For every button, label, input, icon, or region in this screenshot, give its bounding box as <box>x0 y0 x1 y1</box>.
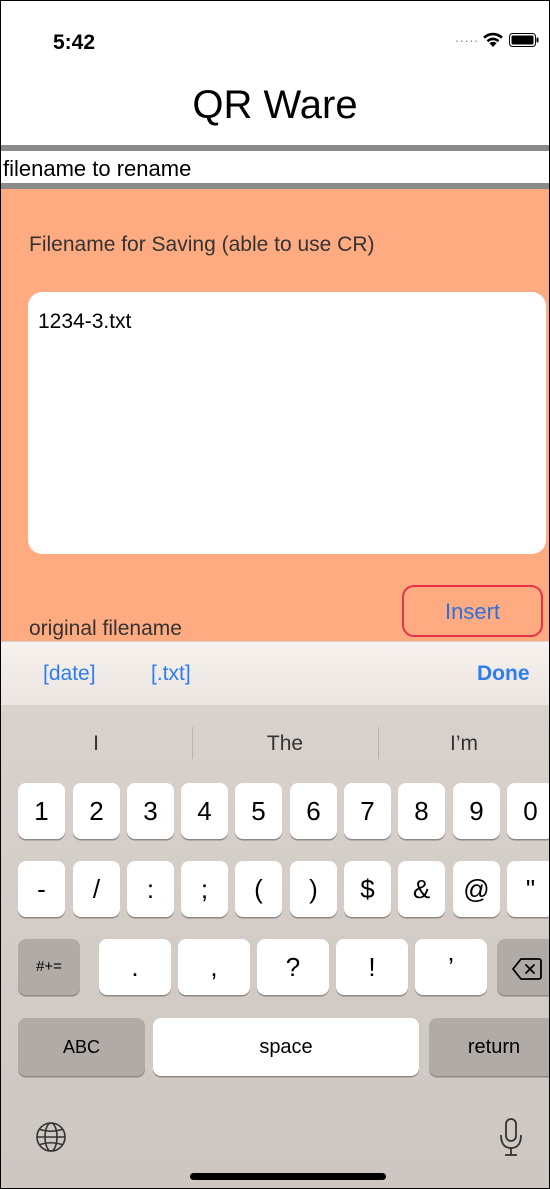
key-period[interactable]: . <box>99 939 171 995</box>
battery-icon <box>509 33 539 47</box>
suggestion-item[interactable]: I’m <box>379 732 549 756</box>
microphone-icon[interactable] <box>499 1117 523 1157</box>
key-colon[interactable]: : <box>127 861 174 917</box>
key-2[interactable]: 2 <box>73 783 120 839</box>
save-panel: Filename for Saving (able to use CR) 123… <box>1 189 549 641</box>
abc-key[interactable]: ABC <box>18 1018 145 1076</box>
return-key[interactable]: return <box>429 1018 549 1076</box>
key-open-paren[interactable]: ( <box>235 861 282 917</box>
backspace-icon <box>512 958 542 981</box>
suggestion-bar: I The I’m <box>1 705 549 781</box>
key-exclamation[interactable]: ! <box>336 939 408 995</box>
rename-field-text: filename to rename <box>3 156 192 181</box>
insert-button[interactable]: Insert <box>402 585 543 637</box>
key-5[interactable]: 5 <box>235 783 282 839</box>
keyboard-accessory-bar: [date] [.txt] Done <box>1 641 549 706</box>
key-hyphen[interactable]: - <box>18 861 65 917</box>
key-ampersand[interactable]: & <box>398 861 445 917</box>
key-apostrophe[interactable]: ’ <box>415 939 487 995</box>
key-slash[interactable]: / <box>73 861 120 917</box>
key-4[interactable]: 4 <box>181 783 228 839</box>
signal-icon: ..... <box>455 31 480 45</box>
filename-label: Filename for Saving (able to use CR) <box>29 233 375 256</box>
keyboard: I The I’m 1 2 3 4 5 6 7 8 9 0 - / : ; ( … <box>1 705 549 1188</box>
key-9[interactable]: 9 <box>453 783 500 839</box>
globe-icon[interactable] <box>35 1121 67 1153</box>
app-frame: 5:42 ..... QR Ware filename to rename Fi… <box>0 0 550 1189</box>
wifi-icon <box>483 32 503 47</box>
space-key[interactable]: space <box>153 1018 419 1076</box>
filename-text-area[interactable]: 1234-3.txt <box>28 292 546 554</box>
key-dollar[interactable]: $ <box>344 861 391 917</box>
key-6[interactable]: 6 <box>290 783 337 839</box>
status-bar: 5:42 ..... <box>1 1 549 71</box>
more-symbols-key[interactable]: #+= <box>18 939 80 995</box>
status-time: 5:42 <box>53 31 96 54</box>
backspace-key[interactable] <box>497 939 549 995</box>
suggestion-item[interactable]: The <box>193 732 377 756</box>
key-semicolon[interactable]: ; <box>181 861 228 917</box>
rename-field[interactable]: filename to rename <box>1 151 549 183</box>
key-question[interactable]: ? <box>257 939 329 995</box>
insert-txt-button[interactable]: [.txt] <box>151 662 191 686</box>
key-8[interactable]: 8 <box>398 783 445 839</box>
done-button[interactable]: Done <box>477 662 530 686</box>
key-1[interactable]: 1 <box>18 783 65 839</box>
key-close-paren[interactable]: ) <box>290 861 337 917</box>
key-quote[interactable]: " <box>507 861 549 917</box>
home-indicator[interactable] <box>190 1173 386 1180</box>
key-at[interactable]: @ <box>453 861 500 917</box>
app-title: QR Ware <box>192 83 358 127</box>
key-7[interactable]: 7 <box>344 783 391 839</box>
suggestion-item[interactable]: I <box>1 732 191 756</box>
insert-button-label: Insert <box>444 599 501 624</box>
key-comma[interactable]: , <box>178 939 250 995</box>
key-3[interactable]: 3 <box>127 783 174 839</box>
key-0[interactable]: 0 <box>507 783 549 839</box>
filename-value: 1234-3.txt <box>38 310 132 333</box>
original-filename-label: original filename <box>29 617 182 640</box>
insert-date-button[interactable]: [date] <box>43 662 96 686</box>
